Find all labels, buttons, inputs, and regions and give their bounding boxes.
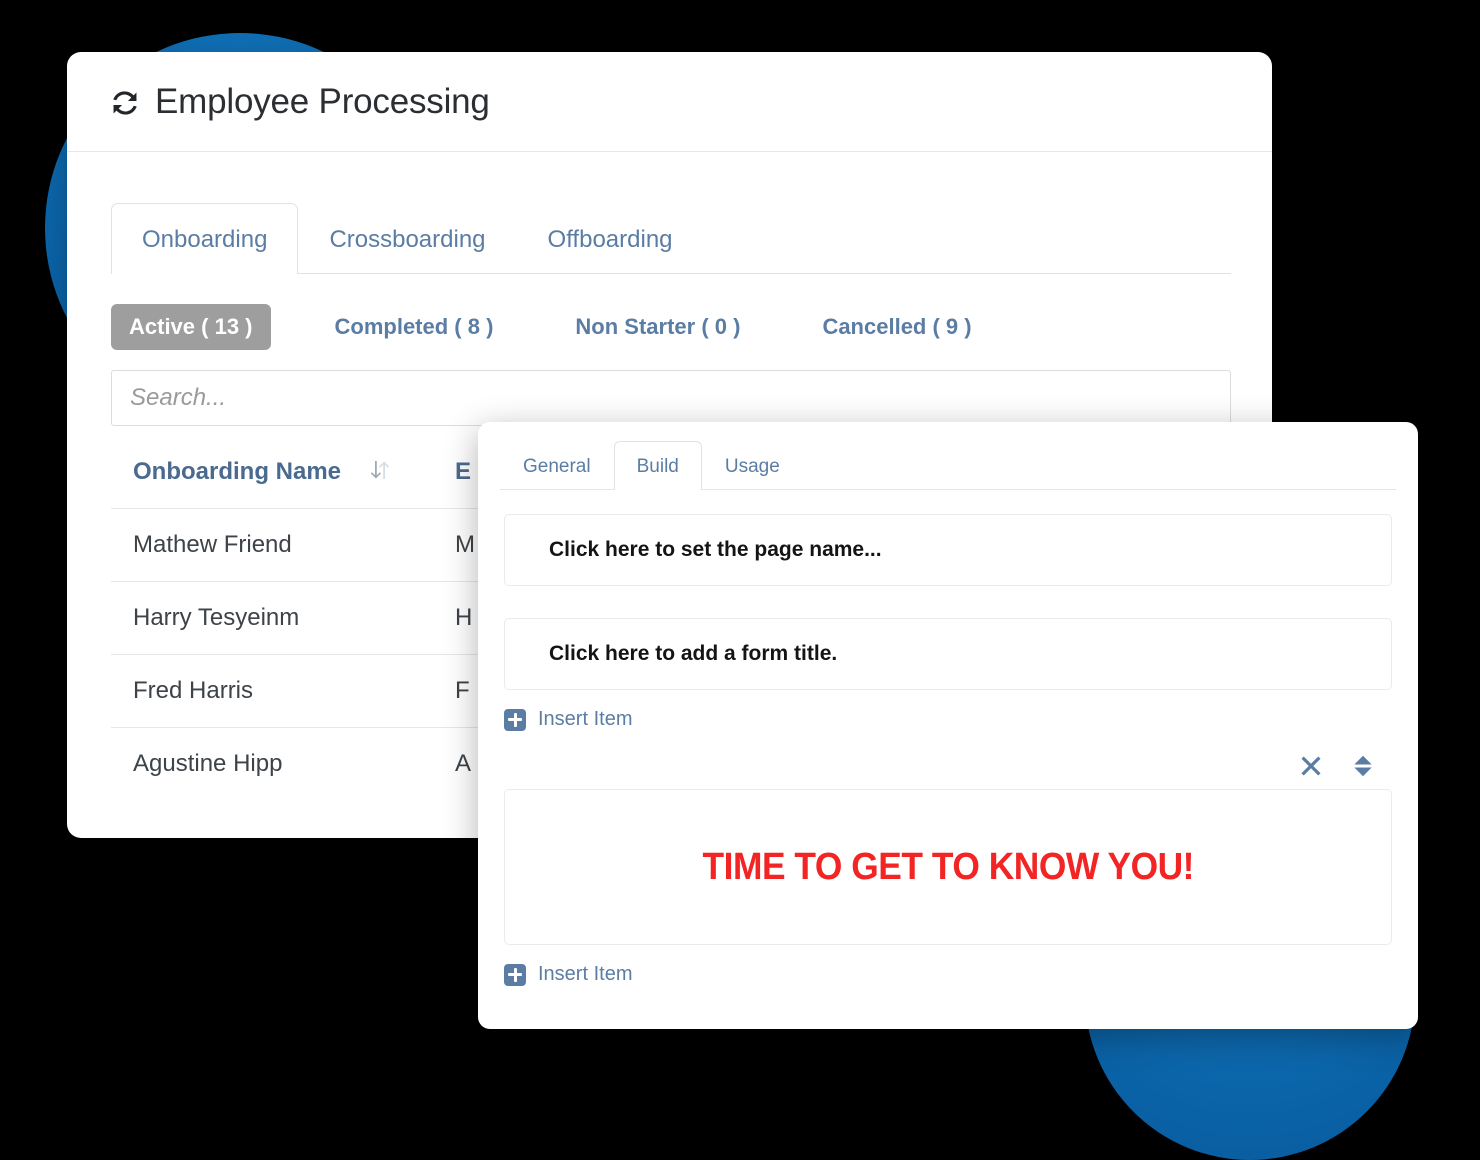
tab-offboarding[interactable]: Offboarding — [517, 203, 704, 274]
search-input[interactable] — [111, 370, 1231, 426]
column-header-label: Onboarding Name — [133, 458, 342, 485]
status-filter-active[interactable]: Active ( 13 ) — [111, 304, 271, 350]
page-name-field[interactable]: Click here to set the page name... — [504, 514, 1392, 586]
card-header: Employee Processing — [67, 52, 1272, 152]
sort-updown-icon[interactable] — [368, 458, 392, 482]
page-title: Employee Processing — [155, 81, 490, 121]
status-filter-cancelled[interactable]: Cancelled ( 9 ) — [804, 304, 989, 350]
board-tabs: Onboarding Crossboarding Offboarding — [111, 202, 1231, 274]
status-filter-non-starter[interactable]: Non Starter ( 0 ) — [557, 304, 758, 350]
insert-item-label: Insert Item — [538, 963, 633, 985]
insert-item-button-bottom[interactable]: Insert Item — [504, 963, 632, 986]
move-updown-icon[interactable] — [1350, 753, 1376, 779]
form-builder-body: Click here to set the page name... Click… — [478, 490, 1418, 945]
tab-onboarding[interactable]: Onboarding — [111, 203, 299, 274]
tab-crossboarding[interactable]: Crossboarding — [298, 203, 516, 274]
tab-build[interactable]: Build — [613, 441, 702, 490]
close-icon[interactable] — [1298, 753, 1324, 779]
status-filter-completed[interactable]: Completed ( 8 ) — [317, 304, 512, 350]
form-title-field[interactable]: Click here to add a form title. — [504, 618, 1392, 690]
plus-icon — [504, 963, 526, 986]
tab-usage[interactable]: Usage — [702, 441, 803, 490]
status-filter-group: Active ( 13 ) Completed ( 8 ) Non Starte… — [111, 304, 1272, 350]
form-builder-tabs: General Build Usage — [500, 440, 1396, 490]
form-builder-footer: Insert Item — [478, 963, 1418, 986]
tab-general[interactable]: General — [500, 441, 614, 490]
plus-icon — [504, 708, 526, 731]
form-item-toolbar — [504, 753, 1392, 779]
refresh-icon — [109, 87, 141, 119]
cell-onboarding-name: Agustine Hipp — [111, 727, 433, 800]
column-header-onboarding-name[interactable]: Onboarding Name — [111, 458, 433, 509]
cell-onboarding-name: Fred Harris — [111, 654, 433, 728]
insert-item-button-top[interactable]: Insert Item — [504, 708, 632, 731]
banner-text: TIME TO GET TO KNOW YOU! — [702, 845, 1194, 888]
banner-item[interactable]: TIME TO GET TO KNOW YOU! — [504, 789, 1392, 945]
column-header-label: E — [455, 458, 472, 485]
form-builder-panel: General Build Usage Click here to set th… — [478, 422, 1418, 1029]
cell-onboarding-name: Mathew Friend — [111, 508, 433, 582]
insert-item-label: Insert Item — [538, 708, 633, 730]
cell-onboarding-name: Harry Tesyeinm — [111, 581, 433, 655]
